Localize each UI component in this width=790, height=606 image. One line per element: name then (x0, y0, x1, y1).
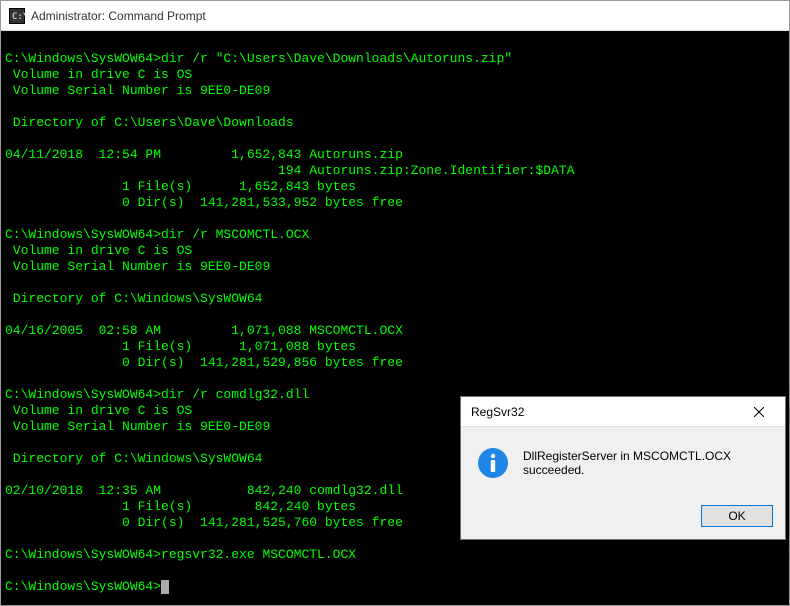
dialog-body: DllRegisterServer in MSCOMCTL.OCX succee… (461, 427, 785, 495)
ok-button[interactable]: OK (701, 505, 773, 527)
cmd-icon: C:\ (9, 8, 25, 24)
svg-text:C:\: C:\ (12, 12, 25, 22)
window-title: Administrator: Command Prompt (31, 9, 206, 23)
titlebar[interactable]: C:\ Administrator: Command Prompt (1, 1, 789, 31)
dialog-message: DllRegisterServer in MSCOMCTL.OCX succee… (523, 449, 769, 477)
dialog-title: RegSvr32 (471, 405, 524, 419)
dialog-titlebar[interactable]: RegSvr32 (461, 397, 785, 427)
regsvr32-dialog: RegSvr32 DllRegisterServer in MSCOMCTL.O… (460, 396, 786, 540)
close-button[interactable] (737, 398, 781, 426)
cursor (161, 580, 169, 594)
info-icon (477, 447, 509, 479)
dialog-footer: OK (461, 495, 785, 539)
close-icon (754, 407, 764, 417)
